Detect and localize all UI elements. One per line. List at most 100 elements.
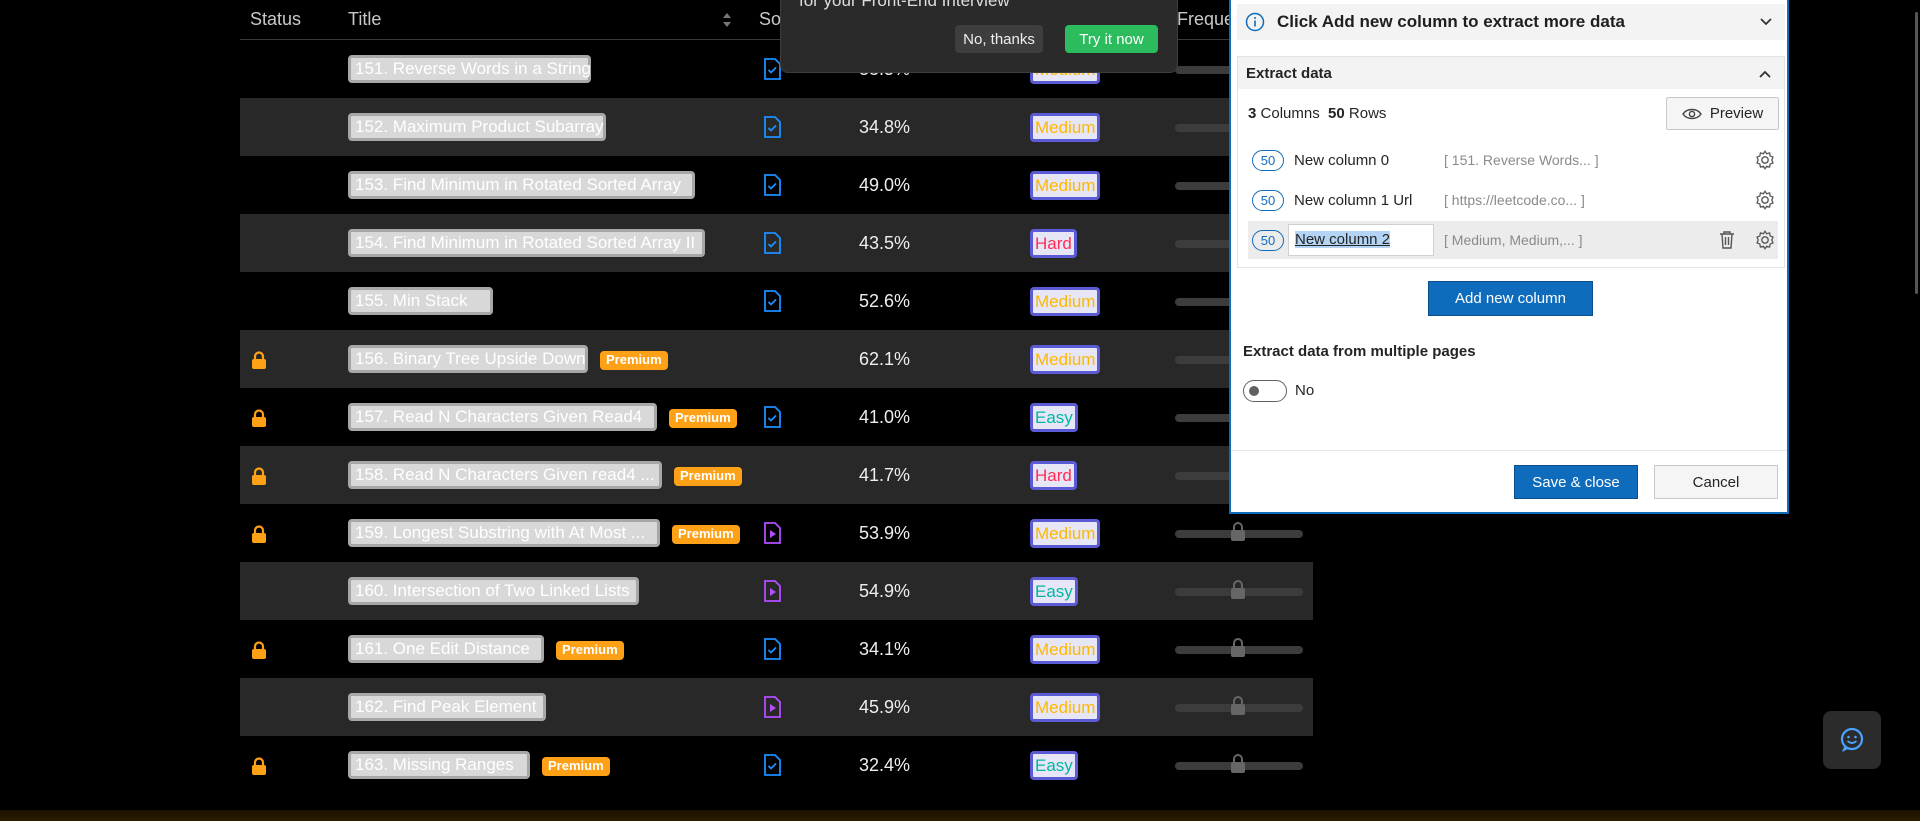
solution-doc-icon[interactable] (762, 232, 782, 254)
problem-title-link[interactable]: 158. Read N Characters Given read4 ... (348, 461, 662, 489)
table-row[interactable]: 162. Find Peak Element 45.9% Medium (240, 678, 1313, 736)
preview-button[interactable]: Preview (1666, 97, 1779, 130)
table-row[interactable]: 160. Intersection of Two Linked Lists 54.… (240, 562, 1313, 620)
difficulty-badge: Medium (1030, 113, 1101, 142)
save-close-button[interactable]: Save & close (1514, 465, 1638, 499)
add-new-column-button[interactable]: Add new column (1428, 281, 1593, 316)
data-counts: 3 Columns 50 Rows (1248, 105, 1386, 122)
column-name[interactable]: New column 1 Url (1294, 192, 1412, 209)
no-thanks-button[interactable]: No, thanks (955, 25, 1043, 53)
acceptance-rate: 53.9% (859, 523, 911, 543)
info-icon (1245, 12, 1265, 32)
eye-icon (1681, 108, 1702, 119)
lock-icon (252, 641, 266, 659)
cancel-button[interactable]: Cancel (1654, 465, 1778, 499)
column-row-1[interactable]: 50 New column 1 Url [ https://leetcode.c… (1248, 181, 1778, 219)
problem-title-link[interactable]: 152. Maximum Product Subarray (348, 113, 606, 141)
lock-icon (1231, 696, 1245, 715)
column-count-badge: 50 (1252, 189, 1284, 211)
solution-doc-icon[interactable] (762, 290, 782, 312)
lock-icon (252, 757, 266, 775)
header-frequency[interactable]: Freque (1177, 9, 1234, 30)
solution-doc-icon[interactable] (762, 58, 782, 80)
solution-doc-icon[interactable] (762, 638, 782, 660)
multi-pages-toggle[interactable] (1243, 380, 1287, 402)
toggle-value: No (1295, 382, 1315, 399)
section-header[interactable]: Extract data (1238, 57, 1784, 89)
try-it-now-button[interactable]: Try it now (1065, 25, 1158, 53)
columns-label: Columns (1260, 105, 1320, 122)
promo-toast: for your Front-End Interview No, thanks … (780, 0, 1178, 73)
column-row-0[interactable]: 50 New column 0 [ 151. Reverse Words... … (1248, 141, 1778, 179)
gear-icon[interactable] (1754, 189, 1776, 211)
problem-title-link[interactable]: 154. Find Minimum in Rotated Sorted Arra… (348, 229, 705, 257)
rows-count: 50 (1328, 105, 1345, 122)
gear-icon[interactable] (1754, 229, 1776, 251)
column-count-badge: 50 (1252, 149, 1284, 171)
problem-title-link[interactable]: 156. Binary Tree Upside Down (348, 345, 588, 373)
rows-label: Rows (1348, 105, 1387, 122)
lock-icon (1231, 638, 1245, 657)
table-row[interactable]: 154. Find Minimum in Rotated Sorted Arra… (240, 214, 1313, 272)
scrollbar-thumb[interactable] (1915, 12, 1918, 294)
trash-icon[interactable] (1718, 230, 1736, 250)
premium-badge: Premium (556, 641, 624, 660)
chat-button[interactable] (1823, 711, 1881, 769)
column-name-selected-text: New column 2 (1295, 231, 1391, 248)
column-row-2[interactable]: 50 New column 2 [ Medium, Medium,... ] (1248, 221, 1778, 259)
problem-title-link[interactable]: 162. Find Peak Element (348, 693, 546, 721)
problem-title-link[interactable]: 159. Longest Substring with At Most ... (348, 519, 660, 547)
difficulty-badge: Easy (1030, 403, 1078, 432)
table-row[interactable]: 163. Missing Ranges Premium 32.4% Easy (240, 736, 1313, 794)
column-sample: [ 151. Reverse Words... ] (1444, 152, 1599, 168)
table-row[interactable]: 158. Read N Characters Given read4 ... Pr… (240, 446, 1313, 504)
solution-doc-icon[interactable] (762, 406, 782, 428)
problem-title-link[interactable]: 155. Min Stack (348, 287, 493, 315)
problem-title-link[interactable]: 161. One Edit Distance (348, 635, 544, 663)
table-row[interactable]: 153. Find Minimum in Rotated Sorted Arra… (240, 156, 1313, 214)
chevron-down-icon[interactable] (1759, 15, 1773, 29)
header-solution[interactable]: So (759, 9, 781, 30)
problem-title-link[interactable]: 151. Reverse Words in a String (348, 55, 591, 83)
solution-video-icon[interactable] (762, 522, 782, 544)
table-row[interactable]: 156. Binary Tree Upside Down Premium 62.1%… (240, 330, 1313, 388)
premium-badge: Premium (542, 757, 610, 776)
gear-icon[interactable] (1754, 149, 1776, 171)
toast-text: for your Front-End Interview (799, 0, 1010, 10)
acceptance-rate: 45.9% (859, 697, 911, 717)
difficulty-badge: Medium (1030, 519, 1101, 548)
acceptance-rate: 49.0% (859, 175, 911, 195)
lock-icon (1231, 754, 1245, 773)
table-body: 151. Reverse Words in a String33.5%Mediu… (240, 40, 1313, 794)
tip-bar[interactable]: Click Add new column to extract more dat… (1237, 4, 1785, 40)
problem-title-link[interactable]: 160. Intersection of Two Linked Lists (348, 577, 639, 605)
table-row[interactable]: 152. Maximum Product Subarray 34.8% Medium (240, 98, 1313, 156)
problem-table: Status Title So Freque 151. Reverse Word… (240, 0, 1313, 794)
column-name[interactable]: New column 0 (1294, 152, 1389, 169)
header-title[interactable]: Title (348, 9, 381, 30)
problem-title-link[interactable]: 163. Missing Ranges (348, 751, 530, 779)
lock-icon (252, 467, 266, 485)
solution-video-icon[interactable] (762, 696, 782, 718)
premium-badge: Premium (600, 351, 668, 370)
table-row[interactable]: 155. Min Stack 52.6% Medium (240, 272, 1313, 330)
solution-doc-icon[interactable] (762, 116, 782, 138)
problem-title-link[interactable]: 153. Find Minimum in Rotated Sorted Arra… (348, 171, 695, 199)
problem-title-link[interactable]: 157. Read N Characters Given Read4 (348, 403, 657, 431)
lock-icon (252, 409, 266, 427)
header-status[interactable]: Status (250, 9, 301, 30)
solution-video-icon[interactable] (762, 580, 782, 602)
table-row[interactable]: 161. One Edit Distance Premium 34.1% Medium (240, 620, 1313, 678)
column-name-input[interactable]: New column 2 (1288, 224, 1434, 256)
lock-icon (1231, 580, 1245, 599)
acceptance-rate: 52.6% (859, 291, 911, 311)
solution-doc-icon[interactable] (762, 174, 782, 196)
acceptance-rate: 34.1% (859, 639, 911, 659)
sort-icon[interactable] (722, 12, 732, 28)
bottom-strip (0, 810, 1920, 821)
solution-doc-icon[interactable] (762, 754, 782, 776)
section-title: Extract data (1246, 64, 1332, 82)
table-row[interactable]: 159. Longest Substring with At Most ... P… (240, 504, 1313, 562)
table-row[interactable]: 157. Read N Characters Given Read4 Premiu… (240, 388, 1313, 446)
chevron-up-icon[interactable] (1758, 67, 1772, 81)
